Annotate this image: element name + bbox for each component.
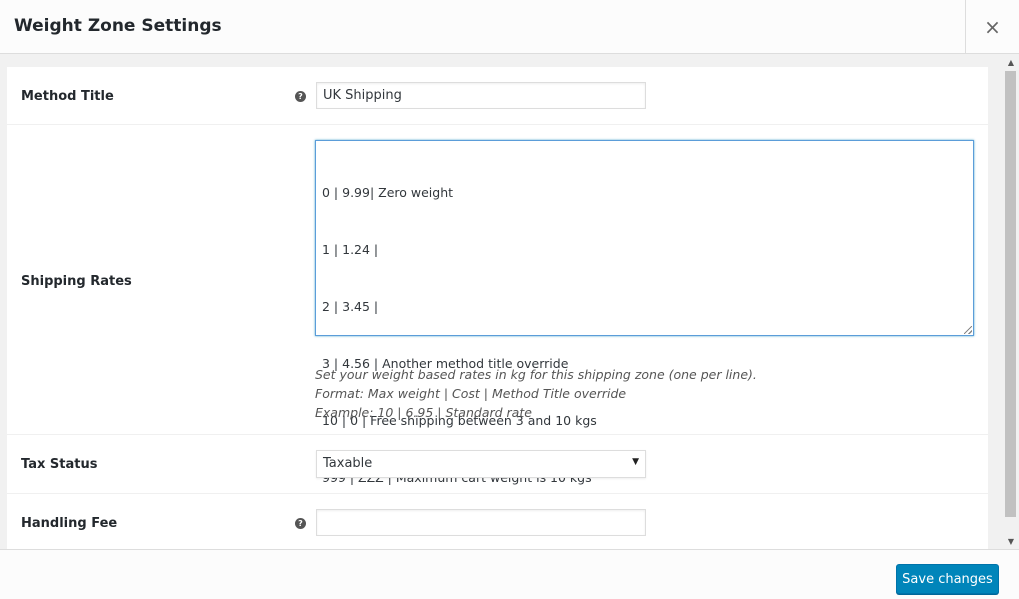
modal-header: Weight Zone Settings × [0, 0, 1019, 54]
description-line: Format: Max weight | Cost | Method Title… [315, 386, 627, 401]
method-title-row: Method Title ? [7, 67, 988, 125]
rate-line: 1 | 1.24 | [322, 242, 379, 257]
dropdown-arrow-icon: ▼ [632, 457, 639, 467]
tax-status-label: Tax Status [21, 457, 98, 472]
description-line: Example: 10 | 6.95 | Standard rate [315, 405, 532, 420]
tax-status-row: Tax Status Taxable ▼ [7, 435, 988, 494]
handling-fee-input[interactable] [316, 509, 646, 536]
tax-status-select[interactable]: Taxable ▼ [316, 450, 646, 478]
method-title-label: Method Title [21, 89, 114, 104]
resize-grip-icon[interactable] [964, 326, 972, 334]
close-button[interactable]: × [965, 0, 1019, 53]
modal-title: Weight Zone Settings [14, 16, 222, 36]
rate-line: 0 | 9.99| Zero weight [322, 185, 454, 200]
method-title-input[interactable] [316, 82, 646, 109]
tax-status-selected: Taxable [323, 456, 373, 471]
scroll-thumb[interactable] [1005, 71, 1016, 517]
shipping-rates-row: Shipping Rates 0 | 9.99| Zero weight 1 |… [7, 125, 988, 485]
description-line: Set your weight based rates in kg for th… [315, 367, 757, 382]
shipping-rates-label: Shipping Rates [21, 274, 132, 289]
shipping-rates-description: Set your weight based rates in kg for th… [315, 365, 757, 422]
question-circle-icon[interactable]: ? [295, 518, 306, 529]
modal-body: Method Title ? Shipping Rates 0 | 9.99| … [0, 54, 1019, 549]
scrollbar[interactable]: ▲ ▼ [1003, 54, 1019, 549]
handling-fee-row: Handling Fee ? [7, 494, 988, 549]
close-icon: × [984, 14, 1001, 39]
modal-footer: Save changes [0, 549, 1019, 599]
shipping-rates-textarea[interactable]: 0 | 9.99| Zero weight 1 | 1.24 | 2 | 3.4… [315, 140, 974, 485]
settings-form: Method Title ? Shipping Rates 0 | 9.99| … [7, 67, 988, 549]
handling-fee-label: Handling Fee [21, 516, 118, 531]
question-circle-icon[interactable]: ? [295, 91, 306, 102]
save-changes-button[interactable]: Save changes [896, 564, 999, 594]
rate-line: 2 | 3.45 | [322, 299, 379, 314]
scroll-up-icon[interactable]: ▲ [1003, 54, 1019, 70]
scroll-down-icon[interactable]: ▼ [1003, 533, 1019, 549]
